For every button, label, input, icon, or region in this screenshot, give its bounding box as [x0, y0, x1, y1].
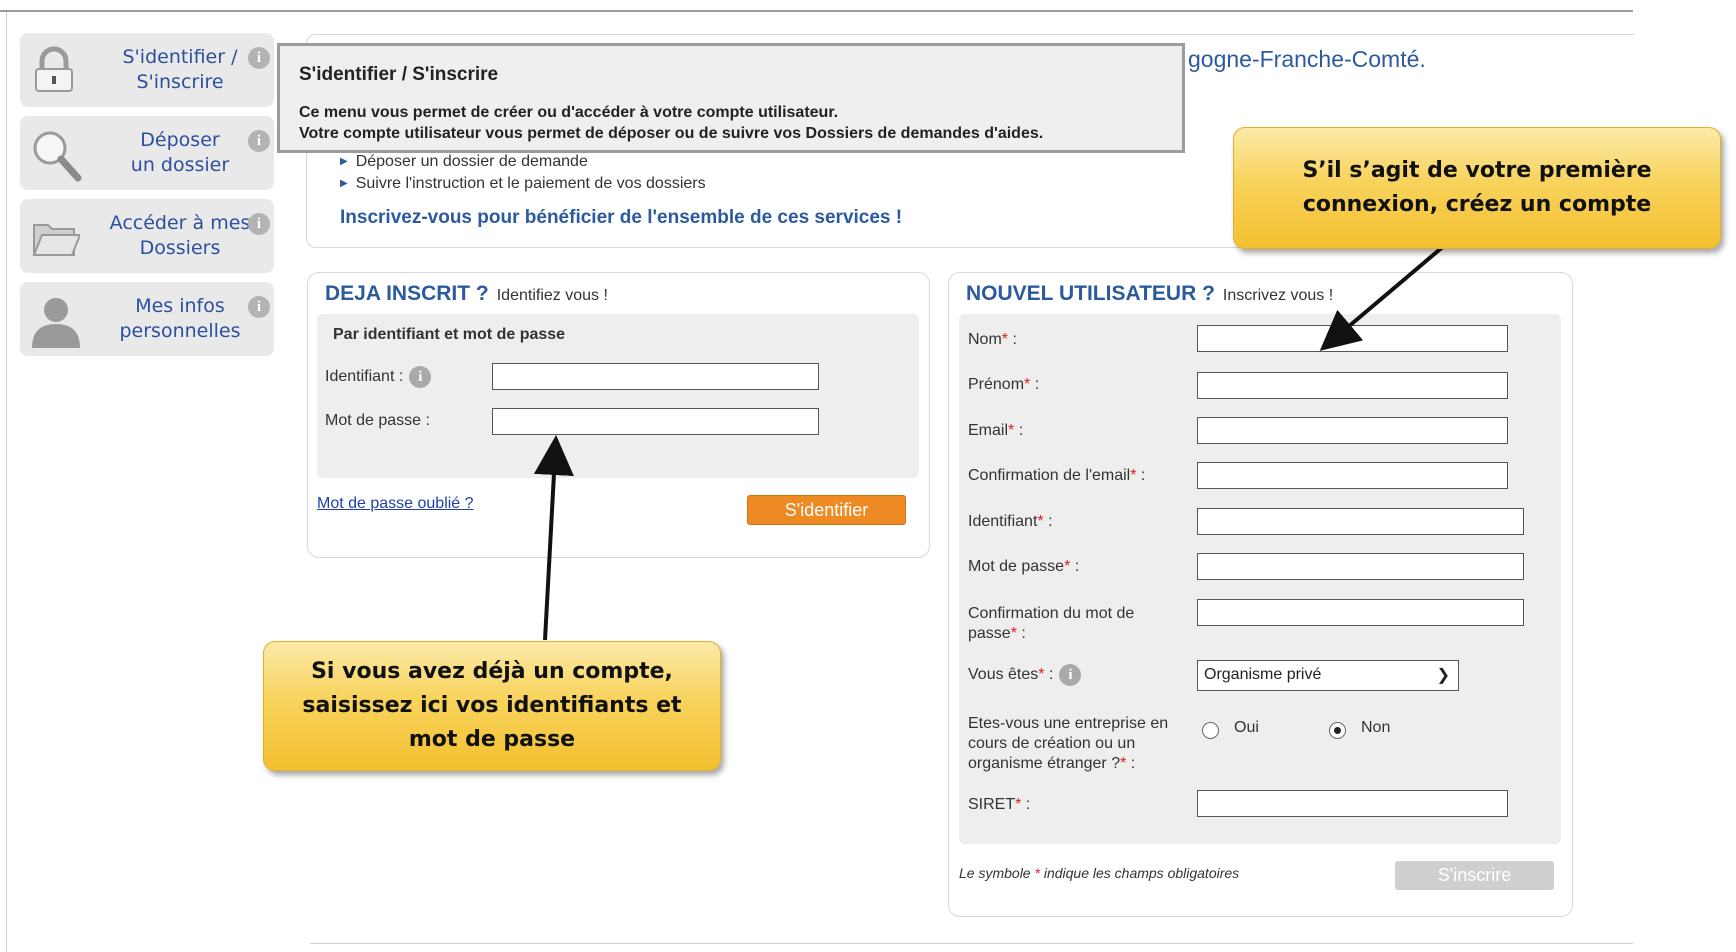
- arrow-to-login-fields: [533, 435, 574, 641]
- page-bottom-rule: [310, 943, 1633, 944]
- callout-first-connection: S’il s’agit de votre première connexion,…: [1233, 127, 1721, 249]
- callout-existing-account: Si vous avez déjà un compte, saisissez i…: [263, 641, 721, 771]
- arrow-to-register-form: [1319, 243, 1447, 351]
